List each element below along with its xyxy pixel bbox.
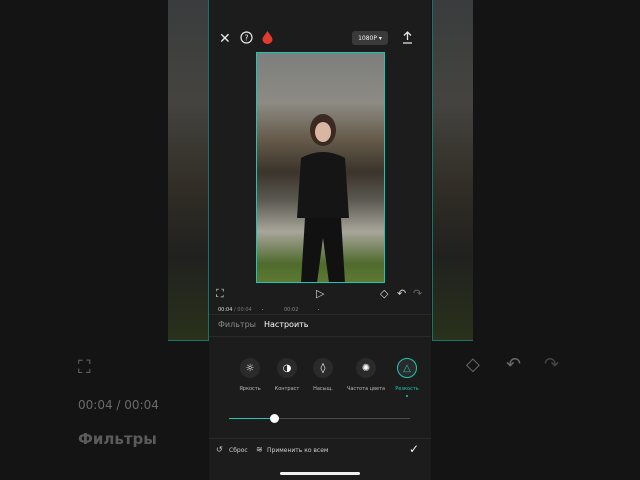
- home-indicator: [280, 472, 360, 475]
- reset-icon[interactable]: ↺: [216, 445, 223, 454]
- timeline-dot: [262, 309, 263, 310]
- keyframe-icon[interactable]: ◇: [380, 287, 388, 300]
- export-icon[interactable]: [402, 31, 413, 47]
- timeline-dot: [318, 309, 319, 310]
- timecode: 00:04 / 00:04: [218, 307, 252, 313]
- record-drop-icon[interactable]: [262, 31, 273, 47]
- divider: [209, 438, 431, 439]
- slider-knob[interactable]: [269, 414, 279, 423]
- tool-label-brightness: Яркость: [239, 386, 261, 392]
- background-time-current: 00:04: [78, 398, 113, 412]
- time-separator: /: [234, 307, 236, 313]
- active-indicator-dot: [406, 395, 408, 397]
- contrast-icon[interactable]: ◑: [277, 358, 297, 378]
- layers-icon[interactable]: ≋: [256, 445, 263, 454]
- background-filters-label: Фильтры: [78, 430, 157, 448]
- video-preview[interactable]: [256, 52, 385, 283]
- background-time-total: 00:04: [124, 398, 159, 412]
- tab-adjust[interactable]: Настроить: [264, 320, 309, 329]
- background-keyframe-icon: ◇: [466, 354, 480, 375]
- timeline-tick-label: 00:02: [284, 307, 299, 313]
- drop-icon[interactable]: ◊: [313, 358, 333, 378]
- background-video-right: [432, 0, 473, 341]
- current-time: 00:04: [218, 307, 233, 313]
- slider-fill: [229, 418, 275, 419]
- play-icon[interactable]: ▷: [316, 287, 324, 300]
- triangle-icon[interactable]: △: [397, 358, 417, 378]
- background-video-left: [168, 0, 209, 341]
- total-time: 00:04: [237, 307, 252, 313]
- divider: [209, 314, 431, 315]
- background-fullscreen-icon: ⛶: [78, 357, 91, 378]
- background-redo-icon: ↷: [544, 354, 560, 375]
- tool-label-sharpness: Резкость: [395, 386, 419, 392]
- reset-button[interactable]: Сброс: [229, 447, 248, 454]
- redo-icon[interactable]: ↷: [413, 287, 422, 300]
- background-undo-icon: ↶: [506, 354, 522, 375]
- background-timecode: 00:04 / 00:04: [78, 398, 159, 412]
- divider: [209, 336, 431, 337]
- svg-text:?: ?: [244, 34, 248, 43]
- help-icon[interactable]: ?: [240, 31, 253, 47]
- apply-all-button[interactable]: Применить ко всем: [267, 447, 328, 454]
- close-icon[interactable]: ✕: [219, 32, 231, 46]
- tool-label-saturation: Насыщ.: [313, 386, 333, 392]
- resolution-button[interactable]: 1080P ▾: [352, 31, 388, 45]
- tool-label-color-temp: Частота цвета: [346, 386, 386, 392]
- tab-filters[interactable]: Фильтры: [218, 320, 256, 329]
- undo-icon[interactable]: ↶: [397, 287, 406, 300]
- background-time-separator: /: [116, 398, 121, 412]
- fullscreen-icon[interactable]: ⛶: [216, 287, 224, 301]
- color-temp-icon[interactable]: ✺: [356, 358, 376, 378]
- person-figure: [297, 114, 349, 282]
- sun-icon[interactable]: ☼: [240, 358, 260, 378]
- confirm-check-icon[interactable]: ✓: [409, 442, 419, 456]
